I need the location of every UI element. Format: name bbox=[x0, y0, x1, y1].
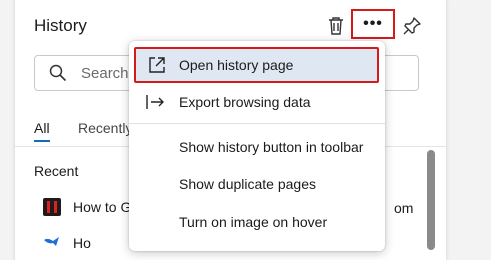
scrollbar-thumb[interactable] bbox=[427, 150, 435, 250]
history-item-title: How to G bbox=[73, 199, 132, 215]
red-youtube-like-icon bbox=[43, 198, 61, 216]
section-label-recent: Recent bbox=[34, 163, 79, 179]
menu-item-label: Export browsing data bbox=[179, 94, 311, 110]
history-item-title: Ho bbox=[73, 235, 91, 251]
delete-history-button[interactable] bbox=[321, 11, 351, 41]
menu-item-show-duplicate-pages[interactable]: Show duplicate pages bbox=[129, 166, 385, 202]
panel-title: History bbox=[34, 16, 87, 35]
more-options-button[interactable]: ••• bbox=[351, 9, 395, 39]
menu-item-open-history-page[interactable]: Open history page bbox=[134, 47, 379, 83]
menu-separator bbox=[129, 123, 385, 124]
menu-item-label: Show duplicate pages bbox=[179, 176, 316, 192]
menu-item-label: Turn on image on hover bbox=[179, 214, 328, 230]
export-arrow-icon bbox=[146, 95, 164, 109]
search-icon bbox=[49, 64, 67, 82]
pin-icon bbox=[403, 17, 421, 35]
more-options-icon: ••• bbox=[363, 15, 383, 32]
blue-bird-icon bbox=[44, 237, 59, 246]
menu-item-export-browsing-data[interactable]: Export browsing data bbox=[129, 84, 385, 120]
history-item-trailing-text: om bbox=[394, 200, 414, 216]
more-options-menu: Open history page Export browsing data S… bbox=[129, 41, 385, 251]
menu-item-turn-on-image-on-hover[interactable]: Turn on image on hover bbox=[129, 204, 385, 240]
pin-panel-button[interactable] bbox=[397, 11, 427, 41]
tab-all[interactable]: All bbox=[34, 120, 50, 142]
trash-icon bbox=[329, 17, 343, 35]
menu-item-show-history-button[interactable]: Show history button in toolbar bbox=[129, 129, 385, 165]
menu-item-label: Show history button in toolbar bbox=[179, 139, 364, 155]
menu-item-label: Open history page bbox=[179, 57, 294, 73]
open-external-icon bbox=[149, 57, 165, 73]
